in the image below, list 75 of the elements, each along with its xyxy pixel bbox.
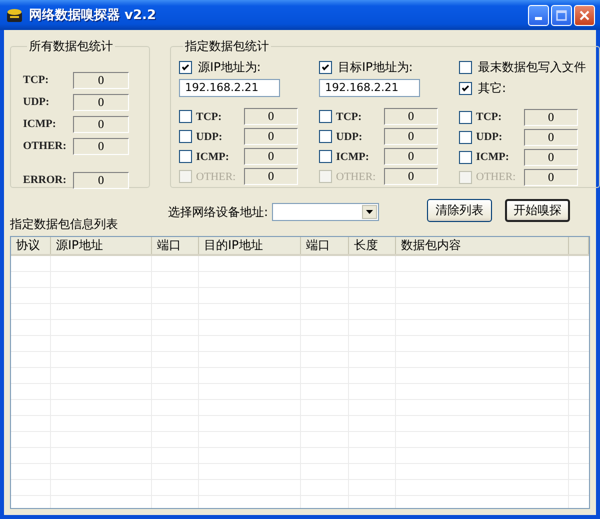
counter-field: 0 (524, 168, 578, 186)
counter-field: 0 (73, 172, 129, 188)
counter-field: 0 (244, 108, 298, 126)
checkbox[interactable] (179, 110, 192, 124)
check-icon (180, 62, 191, 74)
app-icon (6, 7, 24, 23)
ip-address-field[interactable]: 192.168.2.21 (179, 79, 280, 98)
counter-label: ICMP: (23, 118, 57, 130)
window-title: 网络数据嗅探器 v2.2 (29, 7, 158, 24)
counter-label: OTHER: (23, 140, 68, 152)
checkbox[interactable] (179, 130, 192, 144)
packet-table[interactable]: 协议 源IP地址 端口 目的IP地址 端口 长度 数据包内容 (10, 236, 590, 509)
checkbox-label[interactable]: UDP: (196, 130, 244, 143)
checkbox[interactable] (459, 150, 472, 164)
counter-field: 0 (384, 168, 438, 186)
list-title: 指定数据包信息列表 (10, 216, 118, 233)
maximize-icon (556, 10, 567, 20)
counter-field: 0 (524, 108, 578, 126)
checkbox-label[interactable]: 源IP地址为: (198, 59, 261, 76)
counter-field: 0 (73, 116, 129, 132)
group-title: 所有数据包统计 (28, 38, 114, 55)
checkbox-label[interactable]: TCP: (336, 110, 384, 123)
checkbox-label[interactable]: UDP: (336, 130, 384, 143)
checkbox[interactable] (459, 60, 472, 74)
column-header[interactable]: 端口 (301, 237, 349, 254)
check-icon (460, 82, 471, 94)
column-header[interactable]: 数据包内容 (396, 237, 569, 254)
column-header[interactable]: 目的IP地址 (199, 237, 301, 254)
counter-field: 0 (244, 148, 298, 166)
checkbox-label[interactable]: ICMP: (196, 150, 244, 163)
counter-field: 0 (244, 128, 298, 146)
checkbox-label[interactable]: 最末数据包写入文件 (478, 58, 586, 76)
ip-address-field[interactable]: 192.168.2.21 (319, 79, 420, 98)
column-header[interactable]: 端口 (152, 237, 199, 254)
checkbox-label[interactable]: ICMP: (336, 150, 384, 163)
counter-field: 0 (384, 148, 438, 166)
checkbox[interactable] (319, 130, 332, 144)
action-button[interactable]: 开始嗅探 (505, 199, 570, 222)
close-icon (579, 10, 590, 20)
checkbox[interactable] (319, 110, 332, 124)
counter-field: 0 (384, 108, 438, 126)
counter-field: 0 (73, 94, 129, 110)
close-button[interactable] (574, 4, 595, 26)
checkbox[interactable] (459, 130, 472, 144)
minimize-icon (535, 17, 542, 20)
counter-field: 0 (384, 128, 438, 146)
checkbox-label[interactable]: TCP: (196, 110, 244, 123)
checkbox[interactable] (319, 150, 332, 164)
counter-field: 0 (524, 148, 578, 166)
checkbox[interactable] (459, 82, 472, 95)
column-header[interactable]: 协议 (11, 237, 51, 254)
checkbox-label[interactable]: UDP: (476, 131, 524, 144)
checkbox-label[interactable]: TCP: (476, 111, 524, 124)
checkbox[interactable] (179, 150, 192, 164)
counter-field: 0 (73, 72, 129, 88)
checkbox-label[interactable]: 目标IP地址为: (338, 59, 413, 76)
checkbox[interactable] (179, 61, 192, 74)
counter-field: 0 (524, 128, 578, 146)
column-header[interactable]: 长度 (349, 237, 396, 254)
device-label: 选择网络设备地址: (168, 204, 268, 220)
action-button[interactable]: 清除列表 (427, 199, 492, 222)
column-header[interactable]: 源IP地址 (51, 237, 152, 254)
counter-field: 0 (73, 138, 129, 154)
counter-label: UDP: (23, 96, 50, 108)
checkbox-label[interactable]: ICMP: (476, 151, 524, 164)
counter-label: TCP: (23, 74, 50, 86)
checkbox-label[interactable]: 其它: (478, 80, 506, 97)
maximize-button[interactable] (551, 4, 572, 26)
minimize-button[interactable] (528, 4, 549, 26)
group-title: 指定数据包统计 (184, 38, 270, 55)
counter-label: ERROR: (23, 174, 68, 186)
counter-field: 0 (244, 168, 298, 186)
checkbox[interactable] (319, 61, 332, 74)
check-icon (320, 62, 331, 74)
checkbox[interactable] (459, 110, 472, 124)
